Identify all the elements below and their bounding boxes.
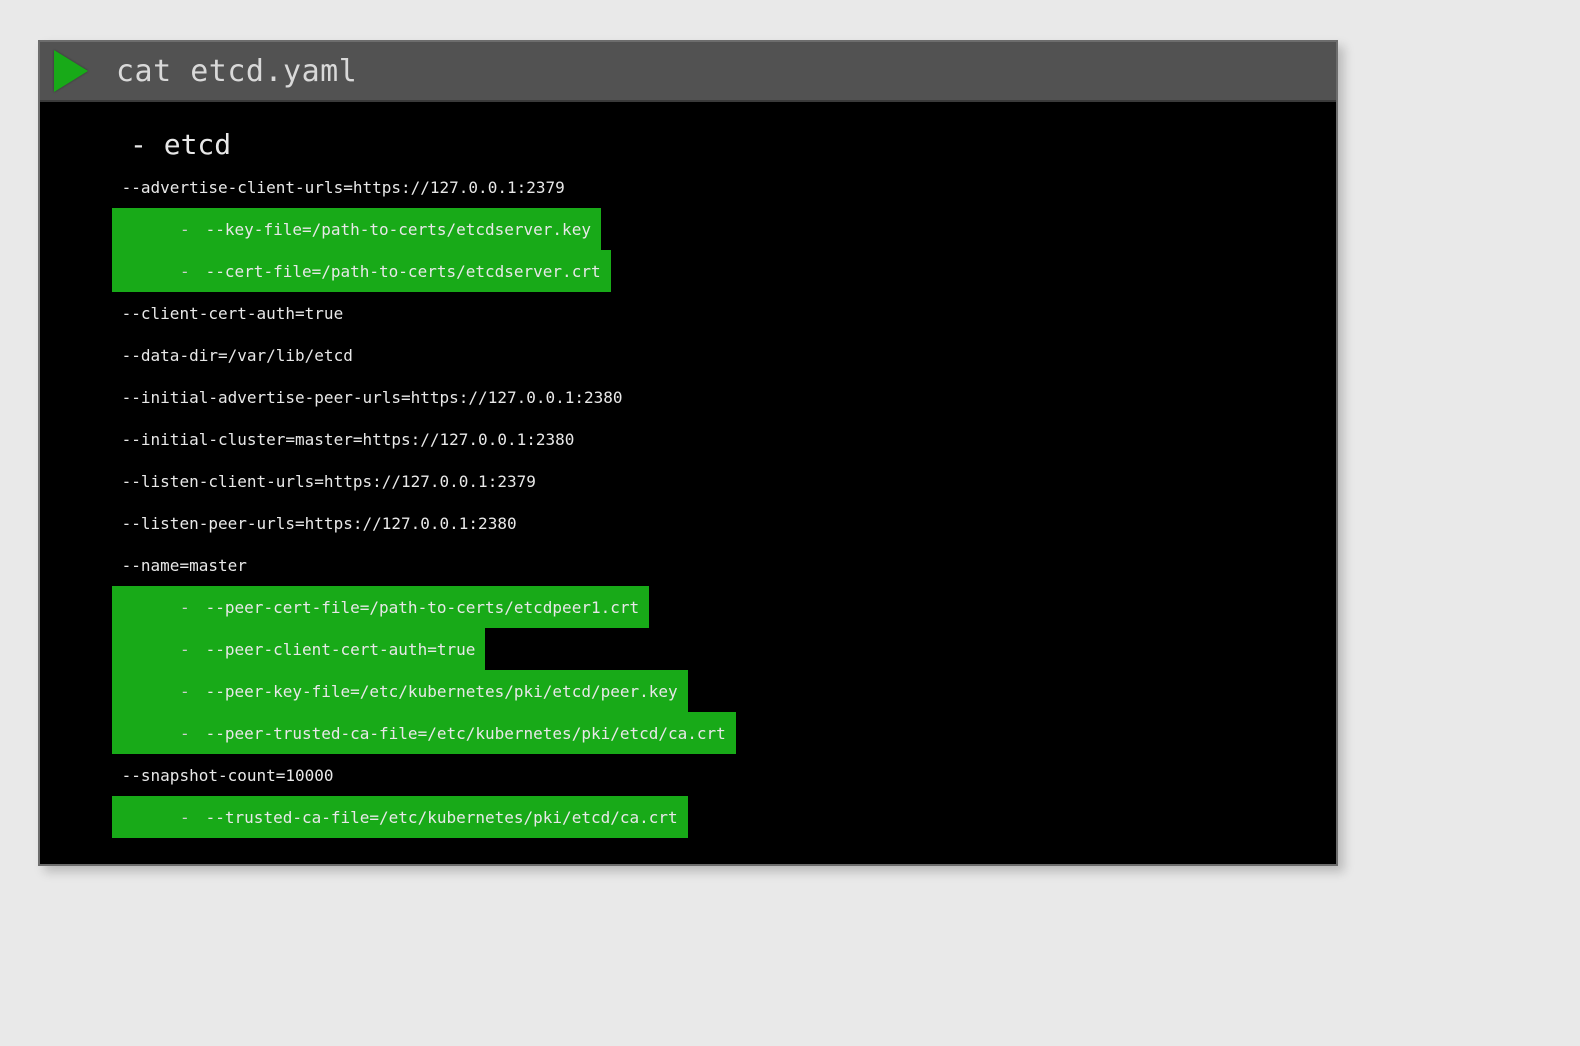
arg-text: --peer-key-file=/etc/kubernetes/pki/etcd… (206, 682, 678, 701)
highlighted-arg: ---peer-trusted-ca-file=/etc/kubernetes/… (112, 712, 736, 754)
bullet-dash: - (112, 388, 122, 407)
yaml-arg-line: ---peer-client-cert-auth=true (40, 628, 1336, 670)
arg-text: --peer-client-cert-auth=true (206, 640, 476, 659)
terminal-window: cat etcd.yaml - etcd ---advertise-client… (38, 40, 1338, 866)
highlighted-arg: ---trusted-ca-file=/etc/kubernetes/pki/e… (112, 796, 688, 838)
arg-text: --initial-advertise-peer-urls=https://12… (122, 388, 623, 407)
highlighted-arg: ---peer-client-cert-auth=true (112, 628, 485, 670)
yaml-arg-line: ---data-dir=/var/lib/etcd (40, 334, 1336, 376)
bullet-dash: - (112, 514, 122, 533)
terminal-titlebar: cat etcd.yaml (40, 42, 1336, 102)
bullet-dash: - (112, 766, 122, 785)
terminal-output: - etcd ---advertise-client-urls=https://… (40, 102, 1336, 864)
arg-text: --name=master (122, 556, 247, 575)
bullet-dash: - (180, 598, 190, 617)
yaml-arg-line: ---client-cert-auth=true (40, 292, 1336, 334)
arg-text: --key-file=/path-to-certs/etcdserver.key (206, 220, 591, 239)
yaml-arg-line: ---key-file=/path-to-certs/etcdserver.ke… (40, 208, 1336, 250)
bullet-dash: - (112, 304, 122, 323)
terminal-command: cat etcd.yaml (116, 54, 357, 89)
arg-text: --snapshot-count=10000 (122, 766, 334, 785)
yaml-arg-line: ---advertise-client-urls=https://127.0.0… (40, 166, 1336, 208)
arg-text: --initial-cluster=master=https://127.0.0… (122, 430, 575, 449)
yaml-arg-line: ---peer-key-file=/etc/kubernetes/pki/etc… (40, 670, 1336, 712)
bullet-dash: - (180, 682, 190, 701)
highlighted-arg: ---key-file=/path-to-certs/etcdserver.ke… (112, 208, 601, 250)
arg-text: --listen-client-urls=https://127.0.0.1:2… (122, 472, 536, 491)
yaml-arg-line: ---trusted-ca-file=/etc/kubernetes/pki/e… (40, 796, 1336, 838)
yaml-arg-line: ---listen-client-urls=https://127.0.0.1:… (40, 460, 1336, 502)
bullet-dash: - (112, 430, 122, 449)
arg-text: --listen-peer-urls=https://127.0.0.1:238… (122, 514, 517, 533)
bullet-dash: - (180, 220, 190, 239)
arg-text: --data-dir=/var/lib/etcd (122, 346, 353, 365)
yaml-arg-line: ---initial-cluster=master=https://127.0.… (40, 418, 1336, 460)
arg-text: --trusted-ca-file=/etc/kubernetes/pki/et… (206, 808, 678, 827)
yaml-arg-line: ---initial-advertise-peer-urls=https://1… (40, 376, 1336, 418)
yaml-arg-line: ---peer-cert-file=/path-to-certs/etcdpee… (40, 586, 1336, 628)
yaml-root: - etcd (40, 124, 1336, 166)
highlighted-arg: ---cert-file=/path-to-certs/etcdserver.c… (112, 250, 611, 292)
arg-text: --peer-trusted-ca-file=/etc/kubernetes/p… (206, 724, 726, 743)
yaml-arg-line: ---listen-peer-urls=https://127.0.0.1:23… (40, 502, 1336, 544)
yaml-arg-line: ---name=master (40, 544, 1336, 586)
bullet-dash: - (112, 472, 122, 491)
bullet-dash: - (112, 178, 122, 197)
highlighted-arg: ---peer-key-file=/etc/kubernetes/pki/etc… (112, 670, 688, 712)
arg-text: --client-cert-auth=true (122, 304, 344, 323)
play-icon (54, 50, 88, 92)
arg-text: --peer-cert-file=/path-to-certs/etcdpeer… (206, 598, 639, 617)
yaml-arg-line: ---cert-file=/path-to-certs/etcdserver.c… (40, 250, 1336, 292)
arg-text: --advertise-client-urls=https://127.0.0.… (122, 178, 565, 197)
bullet-dash: - (180, 808, 190, 827)
bullet-dash: - (112, 346, 122, 365)
bullet-dash: - (180, 262, 190, 281)
yaml-arg-line: ---snapshot-count=10000 (40, 754, 1336, 796)
yaml-arg-line: ---peer-trusted-ca-file=/etc/kubernetes/… (40, 712, 1336, 754)
bullet-dash: - (112, 556, 122, 575)
bullet-dash: - (180, 640, 190, 659)
bullet-dash: - (180, 724, 190, 743)
arg-text: --cert-file=/path-to-certs/etcdserver.cr… (206, 262, 601, 281)
highlighted-arg: ---peer-cert-file=/path-to-certs/etcdpee… (112, 586, 649, 628)
